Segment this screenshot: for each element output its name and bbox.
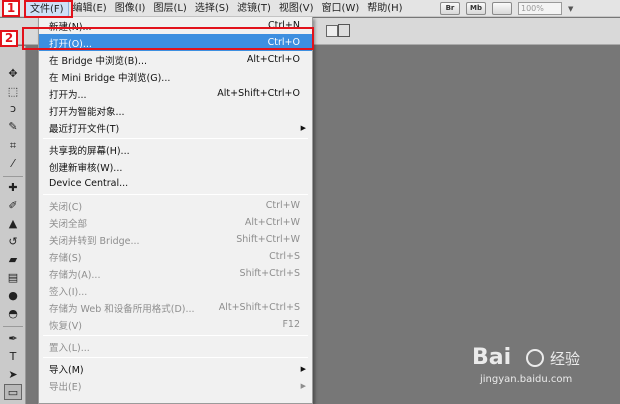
menu-item-browse-bridge[interactable]: 在 Bridge 中浏览(B)... Alt+Ctrl+O [39, 51, 312, 68]
tools-divider [3, 326, 23, 327]
menu-item-share-screen[interactable]: 共享我的屏幕(H)... [39, 141, 312, 158]
crop-tool-icon[interactable]: ⌗ [4, 138, 22, 154]
watermark-url: jingyan.baidu.com [480, 374, 573, 385]
eyedropper-tool-icon[interactable]: ⁄ [4, 156, 22, 172]
gradient-tool-icon[interactable]: ▤ [4, 270, 22, 286]
type-tool-icon[interactable]: T [4, 349, 22, 365]
move-tool-icon[interactable]: ✥ [4, 66, 22, 82]
menu-item-check-in[interactable]: 签入(I)... [39, 282, 312, 299]
submenu-arrow-icon: ▶ [300, 123, 306, 132]
option-document-icon[interactable] [338, 24, 350, 37]
option-checkbox-icon[interactable] [326, 25, 338, 37]
launch-bridge-button[interactable]: Br [440, 2, 460, 15]
step-1-label: 1 [2, 0, 20, 17]
menubar: 文件(F) 编辑(E) 图像(I) 图层(L) 选择(S) 滤镜(T) 视图(V… [0, 0, 620, 17]
history-brush-icon[interactable]: ↺ [4, 234, 22, 250]
menu-separator [43, 138, 308, 139]
paw-icon [526, 349, 544, 367]
menu-item-place[interactable]: 置入(L)... [39, 338, 312, 355]
menu-layer[interactable]: 图层(L) [149, 0, 190, 17]
tools-panel: ✥ ⬚ ↄ ✎ ⌗ ⁄ ✚ ✐ ▲ ↺ ▰ ▤ ● ◓ ✒ T ➤ ▭ [0, 46, 26, 404]
zoom-caret-icon[interactable]: ▼ [568, 5, 573, 13]
healing-brush-icon[interactable]: ✚ [4, 180, 22, 196]
submenu-arrow-icon: ▶ [300, 381, 306, 390]
menu-item-export[interactable]: 导出(E) ▶ [39, 377, 312, 394]
tools-divider [3, 176, 23, 177]
menu-separator [43, 357, 308, 358]
watermark-logo-text: Bai [472, 345, 512, 370]
dodge-tool-icon[interactable]: ◓ [4, 306, 22, 322]
eraser-tool-icon[interactable]: ▰ [4, 252, 22, 268]
menu-item-close-go-bridge[interactable]: 关闭并转到 Bridge... Shift+Ctrl+W [39, 231, 312, 248]
menu-items: 文件(F) 编辑(E) 图像(I) 图层(L) 选择(S) 滤镜(T) 视图(V… [25, 0, 407, 17]
menu-select[interactable]: 选择(S) [191, 0, 233, 17]
launch-mini-bridge-button[interactable]: Mb [466, 2, 486, 15]
menu-item-open-as[interactable]: 打开为... Alt+Shift+Ctrl+O [39, 85, 312, 102]
brush-tool-icon[interactable]: ✐ [4, 198, 22, 214]
file-menu: 新建(N)... Ctrl+N 打开(O)... Ctrl+O 在 Bridge 中… [38, 17, 313, 404]
menu-item-save[interactable]: 存储(S) Ctrl+S [39, 248, 312, 265]
clone-stamp-icon[interactable]: ▲ [4, 216, 22, 232]
watermark-logo-tail: 经验 [550, 350, 581, 368]
menu-separator [43, 194, 308, 195]
menu-window[interactable]: 窗口(W) [318, 0, 364, 17]
menu-item-save-for-web[interactable]: 存储为 Web 和设备所用格式(D)... Alt+Shift+Ctrl+S [39, 299, 312, 316]
menu-item-revert[interactable]: 恢复(V) F12 [39, 316, 312, 333]
pen-tool-icon[interactable]: ✒ [4, 331, 22, 347]
menu-filter[interactable]: 滤镜(T) [233, 0, 275, 17]
menu-image[interactable]: 图像(I) [111, 0, 150, 17]
step-1-highlight [24, 0, 73, 18]
menu-item-open-smart-object[interactable]: 打开为智能对象... [39, 102, 312, 119]
step-2-highlight [22, 27, 314, 50]
submenu-arrow-icon: ▶ [300, 364, 306, 373]
menu-item-create-review[interactable]: 创建新审核(W)... [39, 158, 312, 175]
menu-item-device-central[interactable]: Device Central... [39, 175, 312, 192]
menu-item-import[interactable]: 导入(M) ▶ [39, 360, 312, 377]
marquee-tool-icon[interactable]: ⬚ [4, 84, 22, 100]
quick-select-tool-icon[interactable]: ✎ [4, 119, 22, 135]
menu-item-browse-mini-bridge[interactable]: 在 Mini Bridge 中浏览(G)... [39, 68, 312, 85]
path-select-icon[interactable]: ➤ [4, 367, 22, 383]
menu-view[interactable]: 视图(V) [275, 0, 318, 17]
menu-item-close[interactable]: 关闭(C) Ctrl+W [39, 197, 312, 214]
menu-edit[interactable]: 编辑(E) [69, 0, 111, 17]
menu-item-close-all[interactable]: 关闭全部 Alt+Ctrl+W [39, 214, 312, 231]
menubar-right: Br Mb 100% ▼ [440, 0, 573, 17]
shape-tool-icon[interactable]: ▭ [4, 384, 22, 400]
step-2-label: 2 [0, 30, 18, 47]
blur-tool-icon[interactable]: ● [4, 288, 22, 304]
lasso-tool-icon[interactable]: ↄ [4, 101, 22, 117]
menu-help[interactable]: 帮助(H) [363, 0, 406, 17]
menu-separator [43, 335, 308, 336]
menu-item-save-as[interactable]: 存储为(A)... Shift+Ctrl+S [39, 265, 312, 282]
baidu-jingyan-watermark: Bai 经验 jingyan.baidu.com [472, 345, 612, 395]
view-extras-button[interactable] [492, 2, 512, 15]
zoom-level-field[interactable]: 100% [518, 2, 562, 15]
menu-item-recent-files[interactable]: 最近打开文件(T) ▶ [39, 119, 312, 136]
